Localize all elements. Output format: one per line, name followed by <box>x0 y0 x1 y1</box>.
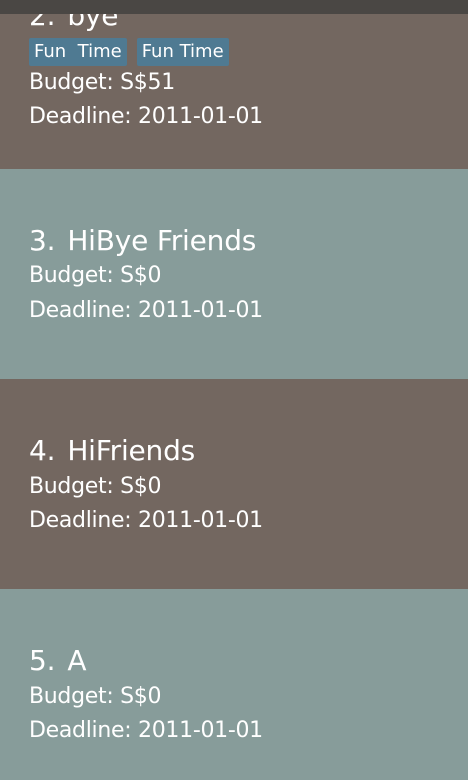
item-index: 3. <box>29 224 56 257</box>
deadline-label: Deadline: 2011-01-01 <box>29 718 263 743</box>
list-item[interactable]: 2. bye Fun Time Fun Time Budget: S$51 Dead… <box>0 0 468 169</box>
tag: Fun Time <box>136 38 229 66</box>
deadline-label: Deadline: 2011-01-01 <box>29 104 263 129</box>
item-title: 3. HiBye Friends <box>29 223 256 259</box>
item-title: 4. HiFriends <box>29 433 195 469</box>
deadline-label: Deadline: 2011-01-01 <box>29 508 263 533</box>
deadline-label: Deadline: 2011-01-01 <box>29 298 263 323</box>
budget-label: Budget: S$0 <box>29 684 162 709</box>
tag: Fun Time <box>29 38 127 66</box>
list-item[interactable]: 4. HiFriends Budget: S$0 Deadline: 2011-0… <box>0 379 468 589</box>
item-name: HiFriends <box>67 434 196 467</box>
list-item[interactable]: 3. HiBye Friends Budget: S$0 Deadline: 20… <box>0 169 468 379</box>
item-index: 4. <box>29 434 56 467</box>
item-name: A <box>67 644 87 677</box>
item-title: 5. A <box>29 643 86 679</box>
budget-label: Budget: S$0 <box>29 263 162 288</box>
item-index: 5. <box>29 644 56 677</box>
budget-label: Budget: S$51 <box>29 70 175 95</box>
item-name: HiBye Friends <box>67 224 257 257</box>
list-item[interactable]: 5. A Budget: S$0 Deadline: 2011-01-01 <box>0 589 468 780</box>
project-list[interactable]: 2. bye Fun Time Fun Time Budget: S$51 Dead… <box>0 0 468 780</box>
window-top-bar <box>0 0 468 14</box>
budget-label: Budget: S$0 <box>29 474 162 499</box>
